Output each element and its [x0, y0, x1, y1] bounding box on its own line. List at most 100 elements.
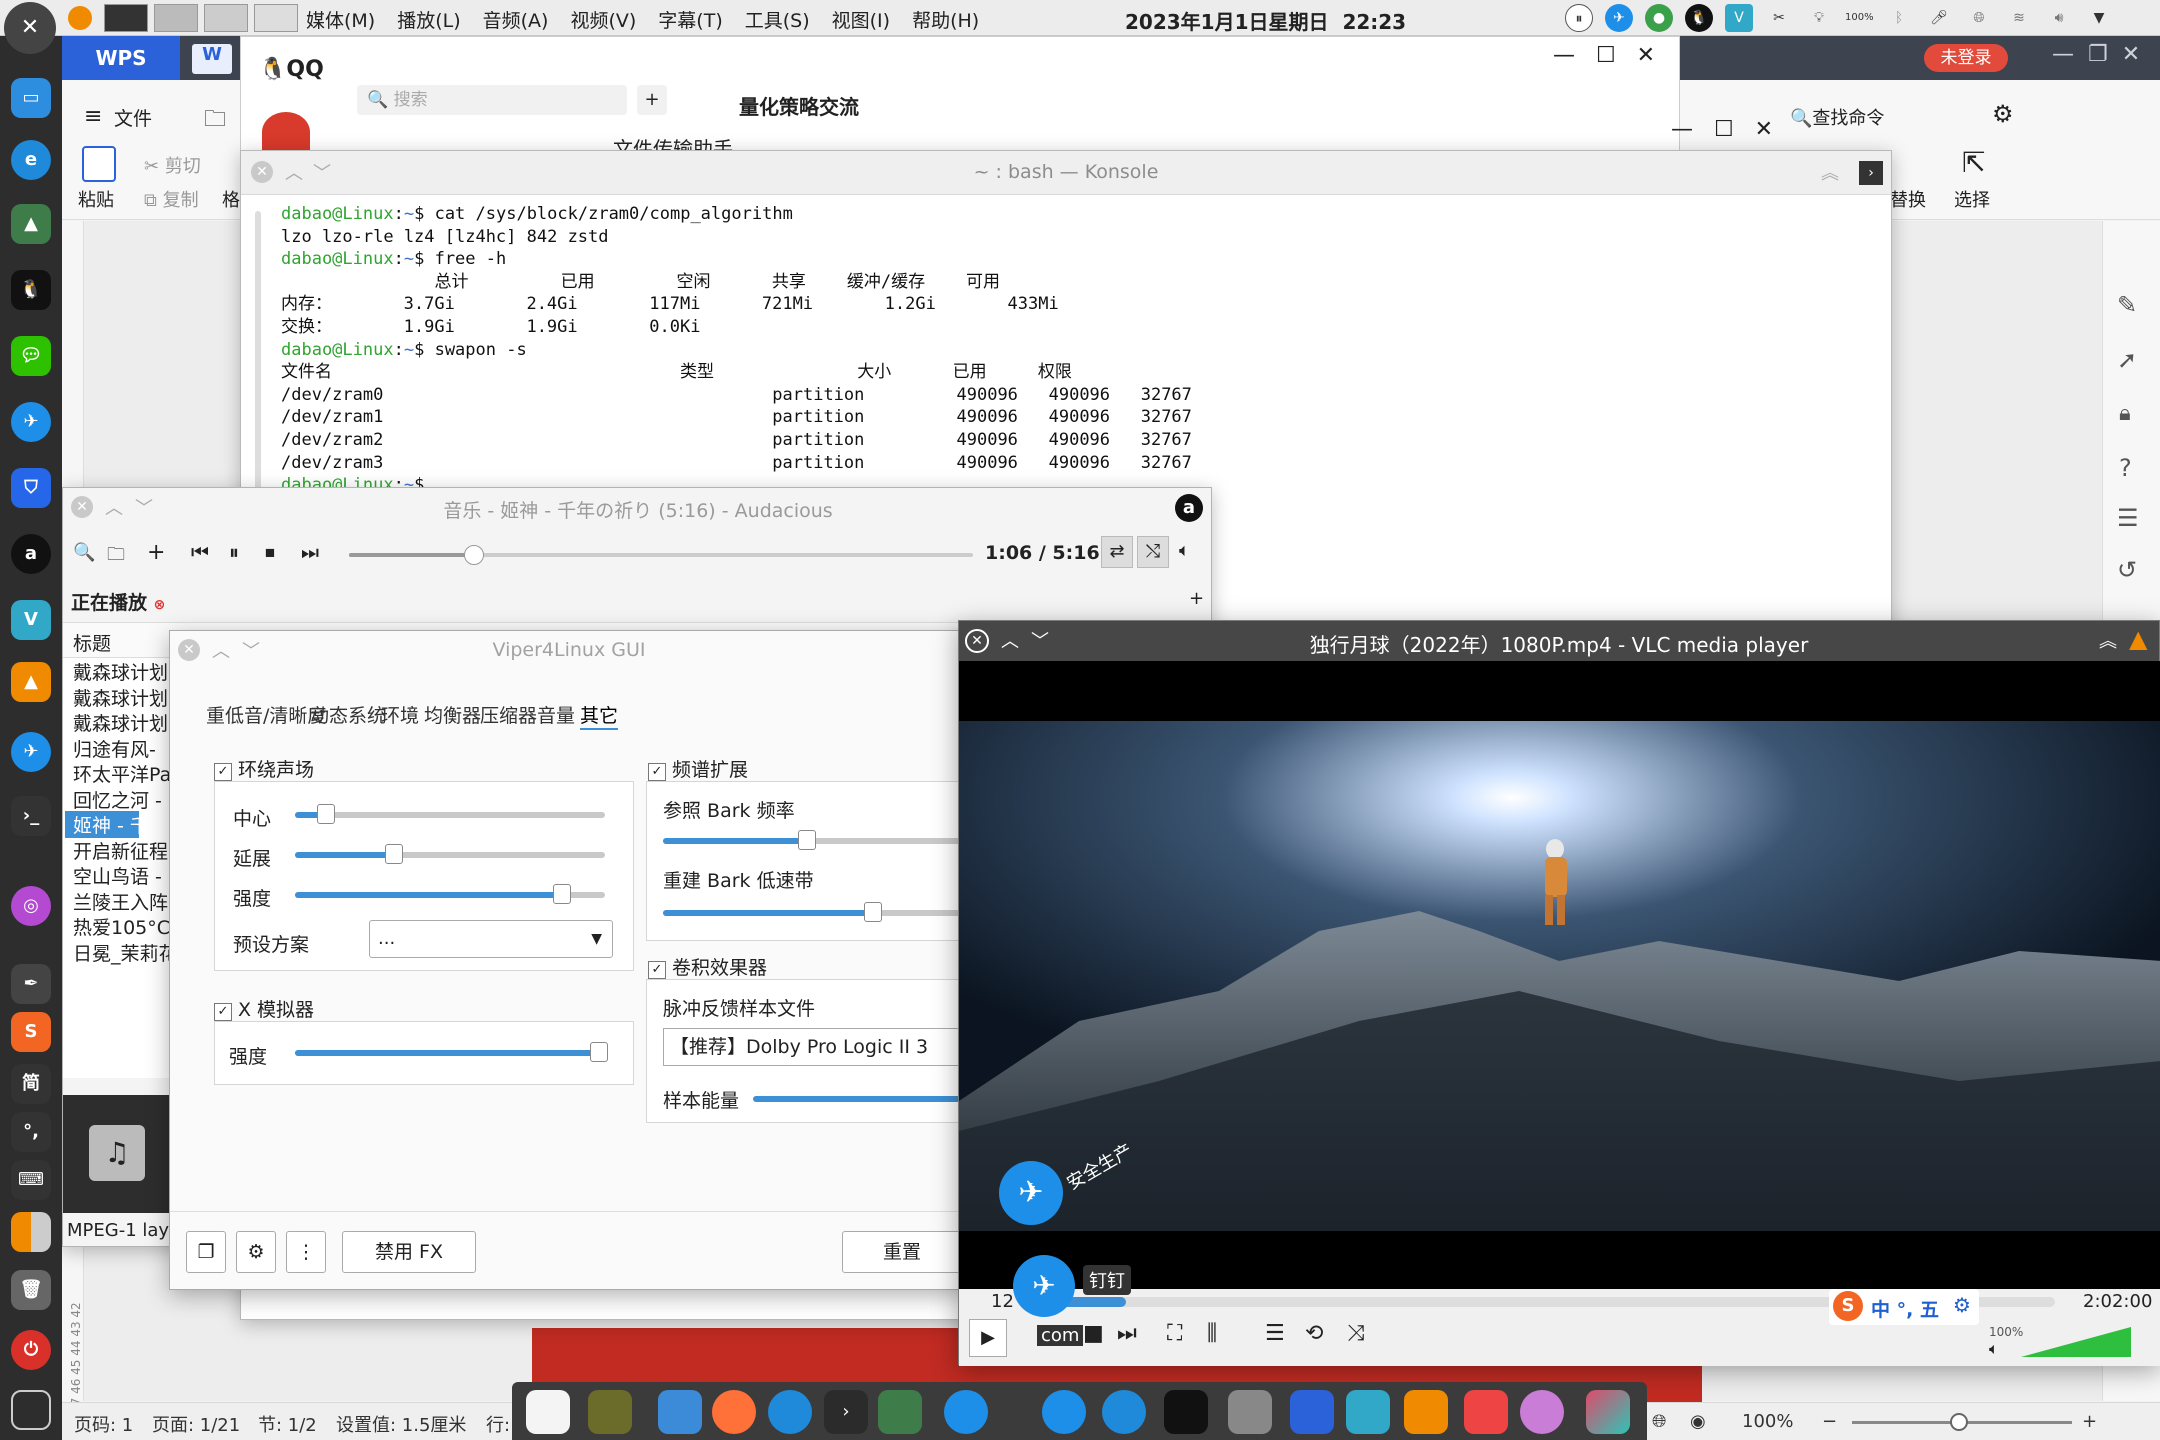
vim-icon[interactable]: V [11, 600, 51, 640]
spectrum-checkbox[interactable]: 频谱扩展 [648, 755, 748, 782]
lock-icon[interactable]: 🔒︎ [2119, 401, 2131, 426]
login-badge[interactable]: 未登录 [1924, 44, 2008, 72]
orange-app-icon[interactable] [68, 6, 92, 30]
dingtalk-taskbar-icon[interactable] [944, 1390, 988, 1434]
qq-tray-icon[interactable]: 🐧 [1685, 4, 1713, 32]
help-icon[interactable]: ? [2119, 454, 2132, 482]
vlc-volume-icon[interactable]: 🔈︎ [1989, 1339, 1999, 1359]
seek-bar[interactable] [349, 545, 973, 565]
playlist-row[interactable]: 归途有风- [73, 735, 156, 762]
sogou-dock-icon[interactable]: S [11, 1012, 51, 1052]
show-desktop-icon[interactable] [11, 1390, 51, 1430]
select-button[interactable]: 选择 [1954, 186, 1990, 212]
menu-item-6[interactable]: 视图(I) [832, 10, 890, 32]
image-viewer-icon[interactable]: ▲ [11, 204, 51, 244]
qq-window-controls[interactable]: — ☐ ✕ [1553, 43, 1655, 68]
repeat-icon[interactable]: ⇄ [1101, 536, 1133, 568]
vlc-volume-slider[interactable] [2021, 1327, 2131, 1357]
cut-button[interactable]: ✂ 剪切 [144, 152, 201, 178]
playlist-row[interactable]: 空山鸟语 - [73, 862, 162, 889]
bulb-tray-icon[interactable]: 💡︎ [1805, 4, 1833, 32]
vlc-fullscreen-icon[interactable]: ⛶ [1167, 1321, 1182, 1346]
search-icon[interactable]: 🔍 [73, 542, 95, 563]
dingtalk-taskbar-icon-2[interactable] [1042, 1390, 1086, 1434]
edge-taskbar-icon-2[interactable] [1102, 1390, 1146, 1434]
calendar-icon[interactable] [526, 1390, 570, 1434]
preset-select[interactable]: ... ▼ [369, 920, 613, 958]
wechat-icon[interactable]: 💬︎ [11, 336, 51, 376]
ime-settings-icon[interactable]: ⚙ [1953, 1293, 1971, 1317]
strength-slider[interactable] [295, 884, 605, 904]
playlist-row[interactable]: 回忆之河 - [73, 786, 162, 813]
workspace-4[interactable] [254, 4, 298, 32]
now-playing-tab[interactable]: 正在播放 ⊗ [71, 588, 165, 615]
terminal-taskbar-icon[interactable]: › [824, 1390, 868, 1434]
vlc-play-button[interactable]: ▶ [969, 1319, 1007, 1357]
konsole-keep-above-icon[interactable]: ︽ [1821, 159, 1839, 185]
more-button[interactable]: ⋮ [286, 1231, 326, 1273]
globe-tray-icon[interactable]: 🌐︎ [1965, 4, 1993, 32]
menu-item-7[interactable]: 帮助(H) [912, 10, 979, 32]
eye-icon[interactable]: ◉ [1690, 1411, 1706, 1432]
viper-tab-0[interactable]: 重低音/清晰度 [206, 701, 326, 728]
battery-tray-icon[interactable]: 100% [1845, 4, 1874, 32]
history-icon[interactable]: ↺ [2117, 556, 2137, 584]
menu-item-5[interactable]: 工具(S) [745, 10, 810, 32]
help-taskbar-icon[interactable] [1228, 1390, 1272, 1434]
mic-tray-icon[interactable]: 🎤︎ [1925, 4, 1953, 32]
wifi-tray-icon[interactable]: ≋ [2005, 4, 2033, 32]
qq-taskbar-icon[interactable] [1164, 1390, 1208, 1434]
volume-icon[interactable]: 🔈︎ [1179, 540, 1190, 561]
open-folder-icon[interactable]: 🗀 [107, 542, 125, 572]
playlist-row[interactable]: 兰陵王入阵 [73, 888, 168, 915]
colorful-tray-icon[interactable]: ● [1645, 4, 1673, 32]
zoom-out-button[interactable]: − [1822, 1411, 1837, 1432]
surround-checkbox[interactable]: 环绕声场 [214, 755, 314, 782]
video-frame[interactable] [959, 661, 2160, 1289]
wps-tab[interactable]: WPS [62, 36, 180, 80]
image-taskbar-icon[interactable] [878, 1390, 922, 1434]
copy-button[interactable]: ⧉ 复制 [144, 186, 199, 212]
viper-tab-2[interactable]: 环境 [381, 701, 419, 728]
workspace-2[interactable] [154, 4, 198, 32]
playlist-row[interactable]: 开启新征程 [73, 837, 168, 864]
dingtalk-float-icon[interactable]: ✈ [999, 1161, 1063, 1225]
vlc-icon[interactable]: ▲ [11, 662, 51, 702]
scissors-tray-icon[interactable]: ✂ [1765, 4, 1793, 32]
power-icon[interactable]: ⏻ [11, 1330, 51, 1370]
qq-icon[interactable]: 🐧 [11, 270, 51, 310]
dingtalk-icon[interactable]: ✈ [11, 402, 51, 442]
terminal-icon[interactable]: ›_ [11, 796, 51, 836]
playlist-row[interactable]: 环太平洋Pa [73, 760, 171, 787]
pen-icon[interactable]: ✎ [2117, 291, 2137, 319]
playlist-row[interactable]: 姬神 - 千年 [65, 811, 168, 838]
dingtalk-icon-2[interactable]: ✈ [11, 732, 51, 772]
audacious-icon[interactable]: a [11, 534, 51, 574]
bark-ref-slider[interactable] [663, 830, 963, 850]
next-icon[interactable]: ⏭ [301, 540, 319, 564]
playlist-row[interactable]: 戴森球计划 [73, 658, 168, 685]
viper-tab-1[interactable]: 动态系统 [310, 701, 386, 728]
firefox-icon[interactable] [712, 1390, 756, 1434]
dingtalk-float-icon-2[interactable]: ✈ [1013, 1255, 1075, 1317]
wps-taskbar-icon[interactable] [1290, 1390, 1334, 1434]
shuffle-icon[interactable]: ⤭ [1137, 536, 1169, 568]
writer-tab[interactable]: W [192, 44, 232, 74]
menu-item-3[interactable]: 视频(V) [570, 10, 636, 32]
clock-date[interactable]: 2023年1月1日星期日 22:23 [1125, 6, 1406, 35]
add-icon[interactable]: + [147, 540, 165, 565]
vlc-next-icon[interactable]: ⏭ [1117, 1321, 1137, 1346]
reset-button[interactable]: 重置 [842, 1231, 962, 1273]
viper-tab-4[interactable]: 压缩器 [480, 701, 537, 728]
keyboard-icon[interactable]: ⌨ [11, 1160, 51, 1200]
x-sim-strength-slider[interactable] [295, 1042, 608, 1062]
center-slider[interactable] [295, 804, 605, 824]
previous-icon[interactable]: ⏮ [191, 540, 209, 564]
convolver-checkbox[interactable]: 卷积效果器 [648, 953, 767, 980]
zoom-slider-knob[interactable] [1950, 1413, 1968, 1431]
vlc-equalizer-icon[interactable]: ⫼ [1207, 1321, 1217, 1346]
kite-taskbar-icon[interactable] [1586, 1390, 1630, 1434]
zoom-in-button[interactable]: + [2082, 1411, 2097, 1432]
simplified-icon[interactable]: 简 [11, 1064, 51, 1104]
viper-tab-6[interactable]: 其它 [580, 701, 619, 730]
